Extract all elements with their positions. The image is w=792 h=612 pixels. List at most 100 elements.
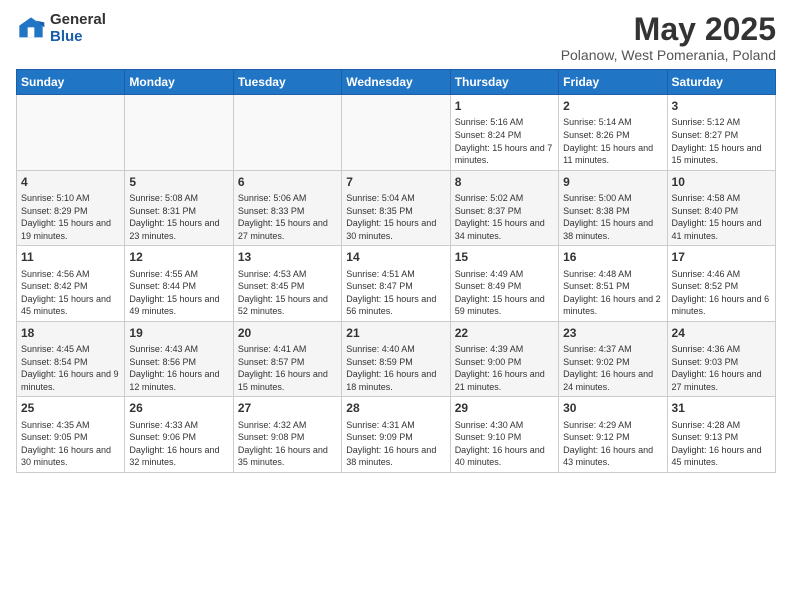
day-cell: 21 Sunrise: 4:40 AM Sunset: 8:59 PM Dayli… xyxy=(342,321,450,397)
day-info: Sunrise: 4:56 AM Sunset: 8:42 PM Dayligh… xyxy=(21,268,120,318)
day-info: Sunrise: 5:16 AM Sunset: 8:24 PM Dayligh… xyxy=(455,116,554,166)
day-info: Sunrise: 4:55 AM Sunset: 8:44 PM Dayligh… xyxy=(129,268,228,318)
header-wednesday: Wednesday xyxy=(342,70,450,95)
day-number: 2 xyxy=(563,98,662,114)
day-cell: 11 Sunrise: 4:56 AM Sunset: 8:42 PM Dayli… xyxy=(17,246,125,322)
day-cell xyxy=(17,95,125,171)
days-header-row: Sunday Monday Tuesday Wednesday Thursday… xyxy=(17,70,776,95)
day-info: Sunrise: 5:12 AM Sunset: 8:27 PM Dayligh… xyxy=(672,116,771,166)
day-number: 23 xyxy=(563,325,662,341)
day-cell: 20 Sunrise: 4:41 AM Sunset: 8:57 PM Dayli… xyxy=(233,321,341,397)
week-row-3: 11 Sunrise: 4:56 AM Sunset: 8:42 PM Dayli… xyxy=(17,246,776,322)
week-row-4: 18 Sunrise: 4:45 AM Sunset: 8:54 PM Dayli… xyxy=(17,321,776,397)
day-info: Sunrise: 4:35 AM Sunset: 9:05 PM Dayligh… xyxy=(21,419,120,469)
day-info: Sunrise: 4:37 AM Sunset: 9:02 PM Dayligh… xyxy=(563,343,662,393)
day-info: Sunrise: 4:40 AM Sunset: 8:59 PM Dayligh… xyxy=(346,343,445,393)
day-info: Sunrise: 5:00 AM Sunset: 8:38 PM Dayligh… xyxy=(563,192,662,242)
day-info: Sunrise: 4:39 AM Sunset: 9:00 PM Dayligh… xyxy=(455,343,554,393)
header-monday: Monday xyxy=(125,70,233,95)
day-cell: 3 Sunrise: 5:12 AM Sunset: 8:27 PM Daylig… xyxy=(667,95,775,171)
logo-blue-text: Blue xyxy=(50,29,106,46)
day-number: 28 xyxy=(346,400,445,416)
day-cell: 12 Sunrise: 4:55 AM Sunset: 8:44 PM Dayli… xyxy=(125,246,233,322)
day-number: 20 xyxy=(238,325,337,341)
day-cell: 16Sunrise: 4:48 AM Sunset: 8:51 PM Dayli… xyxy=(559,246,667,322)
header-sunday: Sunday xyxy=(17,70,125,95)
day-info: Sunrise: 5:08 AM Sunset: 8:31 PM Dayligh… xyxy=(129,192,228,242)
day-number: 10 xyxy=(672,174,771,190)
day-info: Sunrise: 4:45 AM Sunset: 8:54 PM Dayligh… xyxy=(21,343,120,393)
day-cell: 13Sunrise: 4:53 AM Sunset: 8:45 PM Dayli… xyxy=(233,246,341,322)
day-number: 25 xyxy=(21,400,120,416)
day-cell: 14Sunrise: 4:51 AM Sunset: 8:47 PM Dayli… xyxy=(342,246,450,322)
logo-text: General Blue xyxy=(50,12,106,45)
day-number: 12 xyxy=(129,249,228,265)
day-number: 31 xyxy=(672,400,771,416)
day-cell: 8Sunrise: 5:02 AM Sunset: 8:37 PM Daylig… xyxy=(450,170,558,246)
day-number: 27 xyxy=(238,400,337,416)
logo-icon xyxy=(16,14,46,44)
day-info: Sunrise: 4:46 AM Sunset: 8:52 PM Dayligh… xyxy=(672,268,771,318)
day-info: Sunrise: 5:14 AM Sunset: 8:26 PM Dayligh… xyxy=(563,116,662,166)
week-row-5: 25 Sunrise: 4:35 AM Sunset: 9:05 PM Dayli… xyxy=(17,397,776,473)
day-info: Sunrise: 4:29 AM Sunset: 9:12 PM Dayligh… xyxy=(563,419,662,469)
day-number: 7 xyxy=(346,174,445,190)
day-number: 11 xyxy=(21,249,120,265)
day-info: Sunrise: 4:32 AM Sunset: 9:08 PM Dayligh… xyxy=(238,419,337,469)
day-info: Sunrise: 5:04 AM Sunset: 8:35 PM Dayligh… xyxy=(346,192,445,242)
day-cell: 10 Sunrise: 4:58 AM Sunset: 8:40 PM Dayli… xyxy=(667,170,775,246)
calendar-title: May 2025 xyxy=(561,12,776,47)
day-cell: 29Sunrise: 4:30 AM Sunset: 9:10 PM Dayli… xyxy=(450,397,558,473)
day-info: Sunrise: 4:43 AM Sunset: 8:56 PM Dayligh… xyxy=(129,343,228,393)
header: General Blue May 2025 Polanow, West Pome… xyxy=(16,12,776,63)
day-info: Sunrise: 4:58 AM Sunset: 8:40 PM Dayligh… xyxy=(672,192,771,242)
day-number: 21 xyxy=(346,325,445,341)
day-number: 6 xyxy=(238,174,337,190)
day-cell: 2 Sunrise: 5:14 AM Sunset: 8:26 PM Daylig… xyxy=(559,95,667,171)
day-cell xyxy=(125,95,233,171)
day-number: 16 xyxy=(563,249,662,265)
day-info: Sunrise: 5:02 AM Sunset: 8:37 PM Dayligh… xyxy=(455,192,554,242)
logo-general-text: General xyxy=(50,12,106,29)
day-number: 13 xyxy=(238,249,337,265)
day-number: 1 xyxy=(455,98,554,114)
day-number: 22 xyxy=(455,325,554,341)
calendar-page: General Blue May 2025 Polanow, West Pome… xyxy=(0,0,792,612)
day-cell: 18 Sunrise: 4:45 AM Sunset: 8:54 PM Dayli… xyxy=(17,321,125,397)
day-cell: 22 Sunrise: 4:39 AM Sunset: 9:00 PM Dayli… xyxy=(450,321,558,397)
day-info: Sunrise: 4:30 AM Sunset: 9:10 PM Dayligh… xyxy=(455,419,554,469)
day-info: Sunrise: 4:49 AM Sunset: 8:49 PM Dayligh… xyxy=(455,268,554,318)
day-number: 4 xyxy=(21,174,120,190)
day-info: Sunrise: 4:31 AM Sunset: 9:09 PM Dayligh… xyxy=(346,419,445,469)
header-tuesday: Tuesday xyxy=(233,70,341,95)
day-cell xyxy=(342,95,450,171)
day-cell: 7 Sunrise: 5:04 AM Sunset: 8:35 PM Daylig… xyxy=(342,170,450,246)
day-cell: 1 Sunrise: 5:16 AM Sunset: 8:24 PM Daylig… xyxy=(450,95,558,171)
day-cell: 15Sunrise: 4:49 AM Sunset: 8:49 PM Dayli… xyxy=(450,246,558,322)
day-cell: 6Sunrise: 5:06 AM Sunset: 8:33 PM Daylig… xyxy=(233,170,341,246)
day-cell: 31Sunrise: 4:28 AM Sunset: 9:13 PM Dayli… xyxy=(667,397,775,473)
day-cell: 30 Sunrise: 4:29 AM Sunset: 9:12 PM Dayli… xyxy=(559,397,667,473)
day-number: 3 xyxy=(672,98,771,114)
day-info: Sunrise: 4:33 AM Sunset: 9:06 PM Dayligh… xyxy=(129,419,228,469)
day-number: 18 xyxy=(21,325,120,341)
day-info: Sunrise: 4:41 AM Sunset: 8:57 PM Dayligh… xyxy=(238,343,337,393)
day-number: 30 xyxy=(563,400,662,416)
week-row-1: 1 Sunrise: 5:16 AM Sunset: 8:24 PM Daylig… xyxy=(17,95,776,171)
day-number: 19 xyxy=(129,325,228,341)
header-saturday: Saturday xyxy=(667,70,775,95)
day-cell: 5 Sunrise: 5:08 AM Sunset: 8:31 PM Daylig… xyxy=(125,170,233,246)
title-block: May 2025 Polanow, West Pomerania, Poland xyxy=(561,12,776,63)
day-cell: 25 Sunrise: 4:35 AM Sunset: 9:05 PM Dayli… xyxy=(17,397,125,473)
day-cell: 27 Sunrise: 4:32 AM Sunset: 9:08 PM Dayli… xyxy=(233,397,341,473)
day-cell: 4Sunrise: 5:10 AM Sunset: 8:29 PM Daylig… xyxy=(17,170,125,246)
day-info: Sunrise: 4:36 AM Sunset: 9:03 PM Dayligh… xyxy=(672,343,771,393)
header-friday: Friday xyxy=(559,70,667,95)
day-number: 5 xyxy=(129,174,228,190)
day-cell: 9Sunrise: 5:00 AM Sunset: 8:38 PM Daylig… xyxy=(559,170,667,246)
day-cell: 19 Sunrise: 4:43 AM Sunset: 8:56 PM Dayli… xyxy=(125,321,233,397)
day-cell: 17 Sunrise: 4:46 AM Sunset: 8:52 PM Dayli… xyxy=(667,246,775,322)
day-cell: 23 Sunrise: 4:37 AM Sunset: 9:02 PM Dayli… xyxy=(559,321,667,397)
day-number: 17 xyxy=(672,249,771,265)
calendar-subtitle: Polanow, West Pomerania, Poland xyxy=(561,47,776,63)
